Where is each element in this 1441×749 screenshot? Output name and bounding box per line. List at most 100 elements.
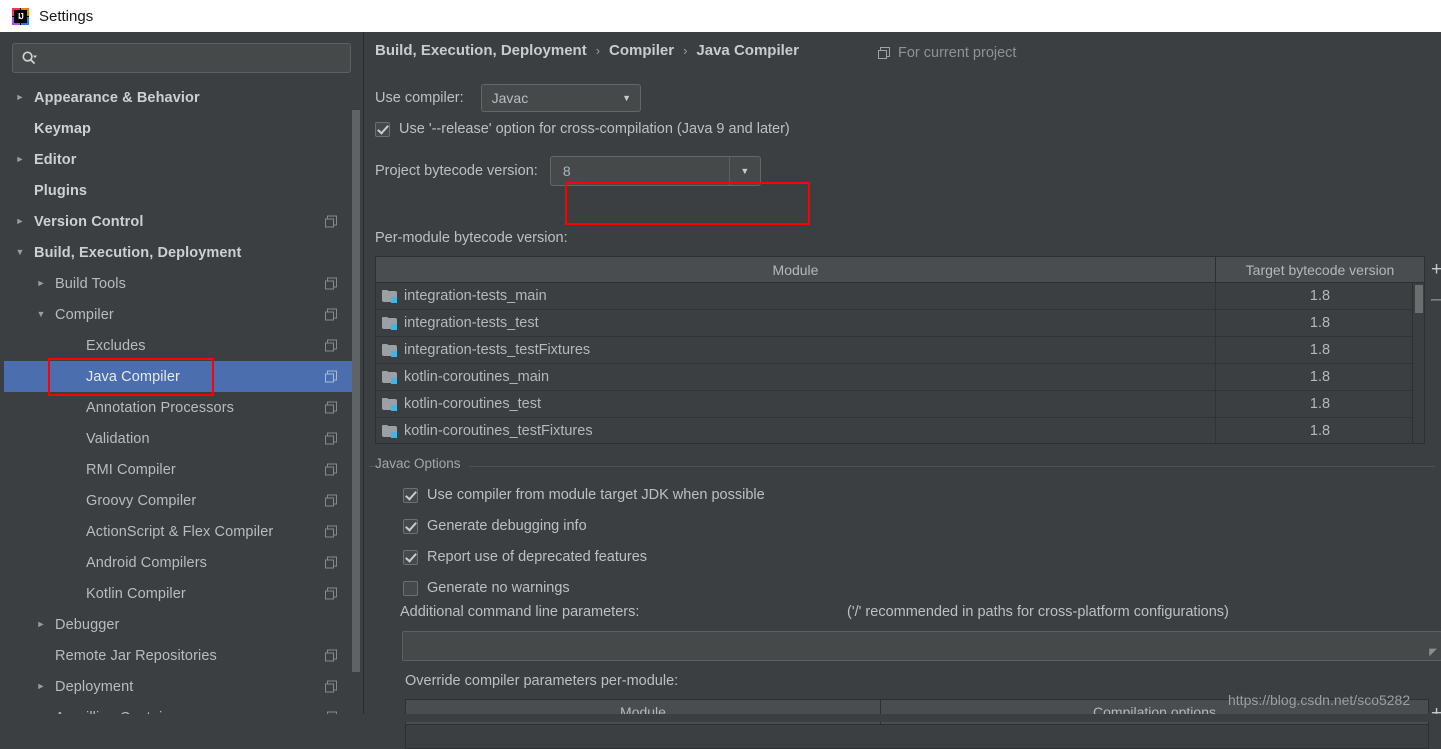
use-compiler-select[interactable]: Javac ▼	[480, 84, 641, 112]
sidebar-item-version-control[interactable]: ► Version Control	[4, 206, 352, 237]
sidebar-item-editor[interactable]: ► Editor	[4, 144, 352, 175]
chevron-right-icon[interactable]: ►	[12, 152, 28, 168]
javac-option-row[interactable]: Use compiler from module target JDK when…	[403, 487, 765, 503]
target-version-cell[interactable]: 1.8	[1216, 391, 1424, 417]
breadcrumb-item[interactable]: Build, Execution, Deployment	[375, 42, 587, 59]
override-table-body	[406, 725, 1428, 748]
chevron-right-icon[interactable]: ►	[12, 214, 28, 230]
module-cell[interactable]: kotlin-coroutines_testFixtures	[376, 418, 1216, 443]
sidebar-item-validation[interactable]: ►Validation	[4, 423, 352, 454]
per-module-table-scrollbar[interactable]	[1412, 283, 1424, 443]
module-cell[interactable]: integration-tests_testFixtures	[376, 337, 1216, 363]
javac-option-checkbox[interactable]	[403, 549, 418, 565]
sidebar-item-build-tools[interactable]: ► Build Tools	[4, 268, 352, 299]
table-row[interactable]: kotlin-coroutines_main 1.8	[376, 364, 1424, 391]
sidebar-item-kotlin-compiler[interactable]: ►Kotlin Compiler	[4, 578, 352, 609]
chevron-right-icon[interactable]: ►	[33, 617, 49, 633]
group-divider	[369, 466, 1435, 467]
target-version-cell[interactable]: 1.8	[1216, 364, 1424, 390]
sidebar-item-excludes[interactable]: ►Excludes	[4, 330, 352, 361]
javac-option-checkbox[interactable]	[403, 580, 418, 596]
chevron-right-icon[interactable]: ►	[33, 679, 49, 695]
copy-settings-icon[interactable]	[325, 401, 338, 414]
sidebar-item-keymap[interactable]: ►Keymap	[4, 113, 352, 144]
add-module-button[interactable]: +	[1431, 260, 1441, 279]
module-cell[interactable]: integration-tests_main	[376, 283, 1216, 309]
copy-settings-icon[interactable]	[325, 215, 338, 228]
javac-option-row[interactable]: Generate no warnings	[403, 580, 570, 596]
scope-indicator: For current project	[878, 45, 1016, 61]
sidebar-item-java-compiler[interactable]: ►Java Compiler	[4, 361, 352, 392]
javac-option-checkbox[interactable]	[403, 518, 418, 534]
copy-settings-icon[interactable]	[325, 370, 338, 383]
table-row[interactable]: kotlin-coroutines_test 1.8	[376, 391, 1424, 418]
copy-settings-icon[interactable]	[325, 525, 338, 538]
per-module-table[interactable]: Module Target bytecode version integrati…	[375, 256, 1425, 444]
settings-tree[interactable]: ►Appearance & Behavior►Keymap►Editor►Plu…	[4, 82, 352, 722]
table-row[interactable]: integration-tests_main 1.8	[376, 283, 1424, 310]
release-option-row[interactable]: Use '--release' option for cross-compila…	[375, 121, 790, 137]
table-row[interactable]: integration-tests_test 1.8	[376, 310, 1424, 337]
javac-option-row[interactable]: Generate debugging info	[403, 518, 587, 534]
chevron-right-icon[interactable]: ►	[12, 90, 28, 106]
sidebar-item-remote-jar-repositories[interactable]: ►Remote Jar Repositories	[4, 640, 352, 671]
copy-settings-icon[interactable]	[325, 277, 338, 290]
sidebar-scrollbar[interactable]	[352, 110, 360, 672]
table-row[interactable]: integration-tests_testFixtures 1.8	[376, 337, 1424, 364]
sidebar-item-deployment[interactable]: ► Deployment	[4, 671, 352, 702]
copy-settings-icon[interactable]	[325, 463, 338, 476]
module-name: integration-tests_main	[404, 288, 547, 304]
chevron-down-icon[interactable]: ▼	[33, 307, 49, 323]
copy-settings-icon[interactable]	[325, 494, 338, 507]
sidebar-item-actionscript-flex-compiler[interactable]: ►ActionScript & Flex Compiler	[4, 516, 352, 547]
module-cell[interactable]: integration-tests_test	[376, 310, 1216, 336]
module-folder-icon	[382, 316, 397, 330]
per-module-table-scrollbar-thumb[interactable]	[1415, 285, 1423, 313]
chevron-down-icon: ▼	[622, 93, 632, 103]
project-bytecode-select[interactable]: 8 ▼	[549, 156, 761, 186]
sidebar-item-compiler[interactable]: ▼ Compiler	[4, 299, 352, 330]
additional-params-input[interactable]: ◤	[402, 631, 1441, 661]
breadcrumb-item: Java Compiler	[696, 42, 799, 59]
expand-icon[interactable]: ◤	[1429, 647, 1437, 658]
module-cell[interactable]: kotlin-coroutines_test	[376, 391, 1216, 417]
sidebar-item-label: Compiler	[55, 306, 114, 323]
project-bytecode-label: Project bytecode version:	[375, 163, 538, 179]
column-header-module[interactable]: Module	[376, 257, 1216, 282]
chevron-right-icon[interactable]: ►	[33, 276, 49, 292]
javac-option-row[interactable]: Report use of deprecated features	[403, 549, 647, 565]
sidebar-item-groovy-compiler[interactable]: ►Groovy Compiler	[4, 485, 352, 516]
module-cell[interactable]: kotlin-coroutines_main	[376, 364, 1216, 390]
table-row[interactable]: kotlin-coroutines_testFixtures 1.8	[376, 418, 1424, 443]
chevron-down-icon[interactable]: ▼	[730, 166, 760, 176]
target-version-cell[interactable]: 1.8	[1216, 418, 1424, 443]
copy-settings-icon[interactable]	[325, 339, 338, 352]
target-version-cell[interactable]: 1.8	[1216, 337, 1424, 363]
breadcrumb-item[interactable]: Compiler	[609, 42, 674, 59]
target-version-cell[interactable]: 1.8	[1216, 283, 1424, 309]
sidebar-item-build-execution-deployment[interactable]: ▼ Build, Execution, Deployment	[4, 237, 352, 268]
module-name: integration-tests_test	[404, 315, 539, 331]
sidebar-item-rmi-compiler[interactable]: ►RMI Compiler	[4, 454, 352, 485]
sidebar-item-debugger[interactable]: ► Debugger	[4, 609, 352, 640]
project-bytecode-value[interactable]: 8	[551, 157, 730, 185]
copy-settings-icon[interactable]	[325, 432, 338, 445]
breadcrumb: Build, Execution, Deployment › Compiler › Ja…	[375, 42, 799, 59]
javac-options-group: Javac Options Use compiler from module t…	[369, 456, 1441, 749]
release-option-checkbox[interactable]	[375, 121, 390, 137]
copy-settings-icon[interactable]	[325, 308, 338, 321]
sidebar-item-appearance-behavior[interactable]: ► Appearance & Behavior	[4, 82, 352, 113]
copy-settings-icon[interactable]	[325, 680, 338, 693]
search-input[interactable]	[12, 43, 351, 73]
javac-option-checkbox[interactable]	[403, 487, 418, 503]
copy-settings-icon[interactable]	[325, 649, 338, 662]
column-header-target[interactable]: Target bytecode version	[1216, 257, 1424, 282]
target-version-cell[interactable]: 1.8	[1216, 310, 1424, 336]
sidebar-item-annotation-processors[interactable]: ►Annotation Processors	[4, 392, 352, 423]
chevron-down-icon[interactable]: ▼	[12, 245, 28, 261]
sidebar-item-plugins[interactable]: ►Plugins	[4, 175, 352, 206]
copy-settings-icon[interactable]	[325, 587, 338, 600]
sidebar-item-android-compilers[interactable]: ►Android Compilers	[4, 547, 352, 578]
remove-module-button[interactable]: –	[1431, 290, 1441, 309]
copy-settings-icon[interactable]	[325, 556, 338, 569]
